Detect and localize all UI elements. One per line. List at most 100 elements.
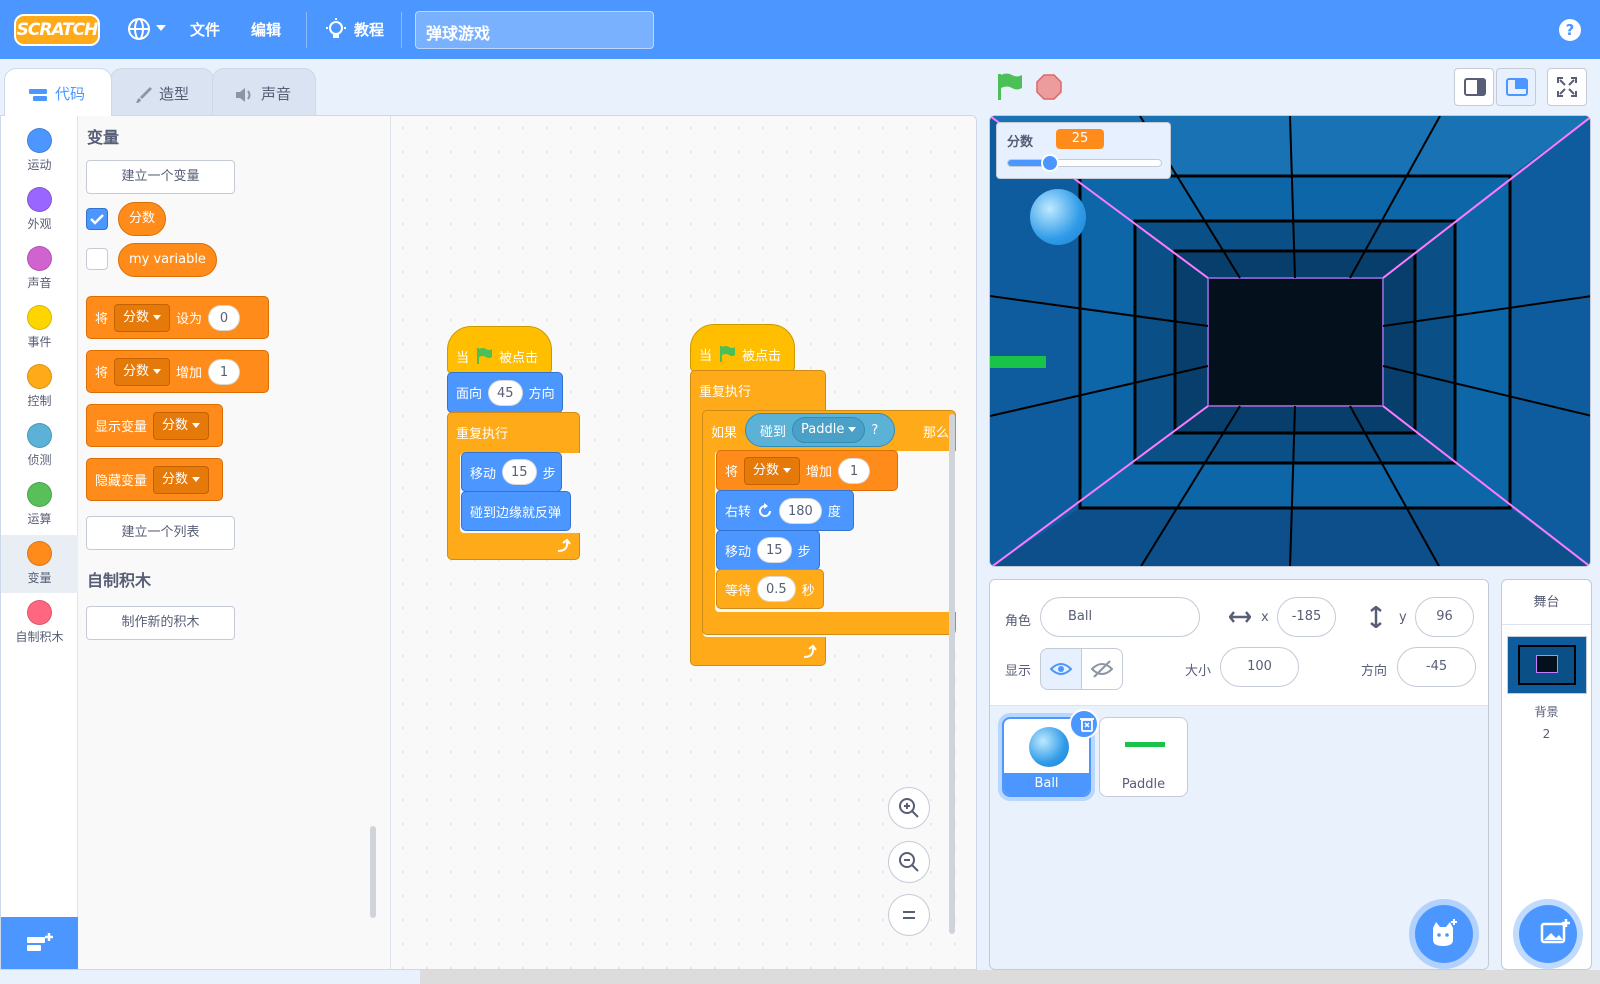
stage-canvas[interactable]: 分数 25 <box>989 115 1591 567</box>
make-block-button[interactable]: 制作新的积木 <box>86 606 235 640</box>
size-input[interactable]: 100 <box>1220 647 1299 687</box>
add-extension-button[interactable] <box>1 917 78 969</box>
show-visible-button[interactable] <box>1040 648 1082 690</box>
seconds-input[interactable]: 0.5 <box>757 576 796 602</box>
category-operators[interactable]: 运算 <box>1 476 78 534</box>
show-variable-block[interactable]: 显示变量 分数 <box>86 404 223 447</box>
variable-dropdown[interactable]: 分数 <box>114 357 171 386</box>
stop-icon[interactable] <box>1036 74 1062 100</box>
delete-sprite-button[interactable] <box>1069 709 1099 739</box>
script-workspace[interactable]: 当 被点击 面向 45 方向 重复执行 移动 15 步 碰到边缘就反弹 当 被点… <box>391 116 976 969</box>
category-events[interactable]: 事件 <box>1 299 78 357</box>
hide-variable-block[interactable]: 隐藏变量 分数 <box>86 458 223 501</box>
category-sound[interactable]: 声音 <box>1 240 78 298</box>
language-caret-icon[interactable] <box>156 25 166 31</box>
score-slider[interactable] <box>1007 154 1162 172</box>
turn-right-block[interactable]: 右转 180 度 <box>716 490 854 531</box>
category-control[interactable]: 控制 <box>1 358 78 416</box>
steps-input[interactable]: 15 <box>757 537 792 563</box>
my-variable-checkbox[interactable] <box>86 248 108 270</box>
steps-input[interactable]: 15 <box>502 459 537 485</box>
category-my-blocks[interactable]: 自制积木 <box>1 594 78 652</box>
direction-input[interactable]: -45 <box>1397 647 1476 687</box>
paddle-sprite[interactable] <box>990 356 1046 368</box>
size-label: 大小 <box>1185 664 1212 679</box>
stage-header <box>977 59 1600 115</box>
add-sprite-button[interactable] <box>1415 905 1473 963</box>
move-steps-block[interactable]: 移动 15 步 <box>461 452 562 492</box>
workspace-scrollbar[interactable] <box>949 414 955 934</box>
when-flag-clicked-block[interactable]: 当 被点击 <box>690 324 795 372</box>
slider-thumb[interactable] <box>1040 154 1059 172</box>
scratch-logo[interactable]: SCRATCH <box>14 14 100 46</box>
make-list-button[interactable]: 建立一个列表 <box>86 516 235 550</box>
category-label: 侦测 <box>27 453 52 467</box>
zoom-reset-button[interactable] <box>888 894 930 936</box>
block-text: 碰到边缘就反弹 <box>470 505 562 521</box>
category-sensing[interactable]: 侦测 <box>1 417 78 475</box>
category-label: 运动 <box>27 158 52 172</box>
ball-sprite[interactable] <box>1030 189 1086 245</box>
degrees-input[interactable]: 180 <box>779 497 822 524</box>
tab-sounds[interactable]: 声音 <box>212 68 316 116</box>
score-checkbox[interactable] <box>86 208 108 230</box>
bounce-on-edge-block[interactable]: 碰到边缘就反弹 <box>461 491 571 531</box>
fullscreen-button[interactable] <box>1547 68 1587 106</box>
variable-dropdown[interactable]: 分数 <box>153 465 210 494</box>
value-input[interactable]: 1 <box>208 358 241 385</box>
tab-code[interactable]: 代码 <box>4 68 112 116</box>
zoom-out-button[interactable] <box>888 841 930 883</box>
stage-selector[interactable]: 舞台 背景 2 <box>1501 579 1592 970</box>
normal-stage-button[interactable] <box>1496 68 1536 106</box>
show-hidden-button[interactable] <box>1081 648 1123 690</box>
dropdown-caret-icon <box>153 314 162 320</box>
my-variable-reporter-block[interactable]: my variable <box>118 243 217 277</box>
category-looks[interactable]: 外观 <box>1 181 78 239</box>
sprite-tile-ball[interactable]: Ball <box>1002 709 1099 797</box>
tab-costumes[interactable]: 造型 <box>110 68 214 116</box>
language-globe-icon[interactable] <box>127 17 151 41</box>
zoom-in-button[interactable] <box>888 787 930 829</box>
variable-dropdown[interactable]: 分数 <box>744 456 801 485</box>
file-menu[interactable]: 文件 <box>190 19 220 40</box>
set-variable-block[interactable]: 将 分数 设为 0 <box>86 296 269 339</box>
move-steps-block[interactable]: 移动 15 步 <box>716 530 820 570</box>
y-input[interactable]: 96 <box>1415 597 1474 637</box>
help-icon[interactable]: ? <box>1559 19 1581 41</box>
score-monitor[interactable]: 分数 25 <box>996 122 1171 179</box>
variable-dropdown[interactable]: 分数 <box>114 303 171 332</box>
project-title-input[interactable]: 弹球游戏 <box>415 11 654 49</box>
tunnel-backdrop <box>990 116 1590 566</box>
x-input[interactable]: -185 <box>1277 597 1336 637</box>
make-variable-button[interactable]: 建立一个变量 <box>86 160 235 194</box>
dropdown-label: 分数 <box>123 363 150 379</box>
tutorials-menu[interactable]: 教程 <box>354 19 384 40</box>
dropdown-caret-icon <box>848 427 857 432</box>
touching-target-dropdown[interactable]: Paddle <box>792 417 866 443</box>
wait-seconds-block[interactable]: 等待 0.5 秒 <box>716 569 824 609</box>
change-variable-block[interactable]: 将 分数 增加 1 <box>86 350 269 393</box>
value-input[interactable]: 1 <box>838 457 871 484</box>
score-reporter-block[interactable]: 分数 <box>118 202 167 236</box>
category-label: 控制 <box>27 394 52 408</box>
palette-scrollbar[interactable] <box>370 826 376 918</box>
when-flag-clicked-block[interactable]: 当 被点击 <box>447 326 552 374</box>
category-variables[interactable]: 变量 <box>1 535 78 593</box>
edit-menu[interactable]: 编辑 <box>251 19 281 40</box>
value-input[interactable]: 0 <box>208 304 241 331</box>
dropdown-caret-icon <box>192 476 201 482</box>
add-backdrop-button[interactable] <box>1519 905 1577 963</box>
variable-dropdown[interactable]: 分数 <box>153 411 210 440</box>
sprite-name-input[interactable]: Ball <box>1040 597 1200 637</box>
green-flag-icon[interactable] <box>995 72 1023 102</box>
tutorials-bulb-icon[interactable] <box>324 18 348 42</box>
backdrops-count: 2 <box>1542 727 1551 741</box>
change-variable-block[interactable]: 将 分数 增加 1 <box>716 450 898 491</box>
touching-sensing-block[interactable]: 碰到 Paddle ? <box>745 413 895 447</box>
small-stage-button[interactable] <box>1454 68 1494 106</box>
sprite-tile-paddle[interactable]: Paddle <box>1099 717 1188 797</box>
direction-input[interactable]: 45 <box>488 379 523 406</box>
point-in-direction-block[interactable]: 面向 45 方向 <box>447 372 563 413</box>
tab-label: 代码 <box>55 85 86 103</box>
category-motion[interactable]: 运动 <box>1 122 78 180</box>
